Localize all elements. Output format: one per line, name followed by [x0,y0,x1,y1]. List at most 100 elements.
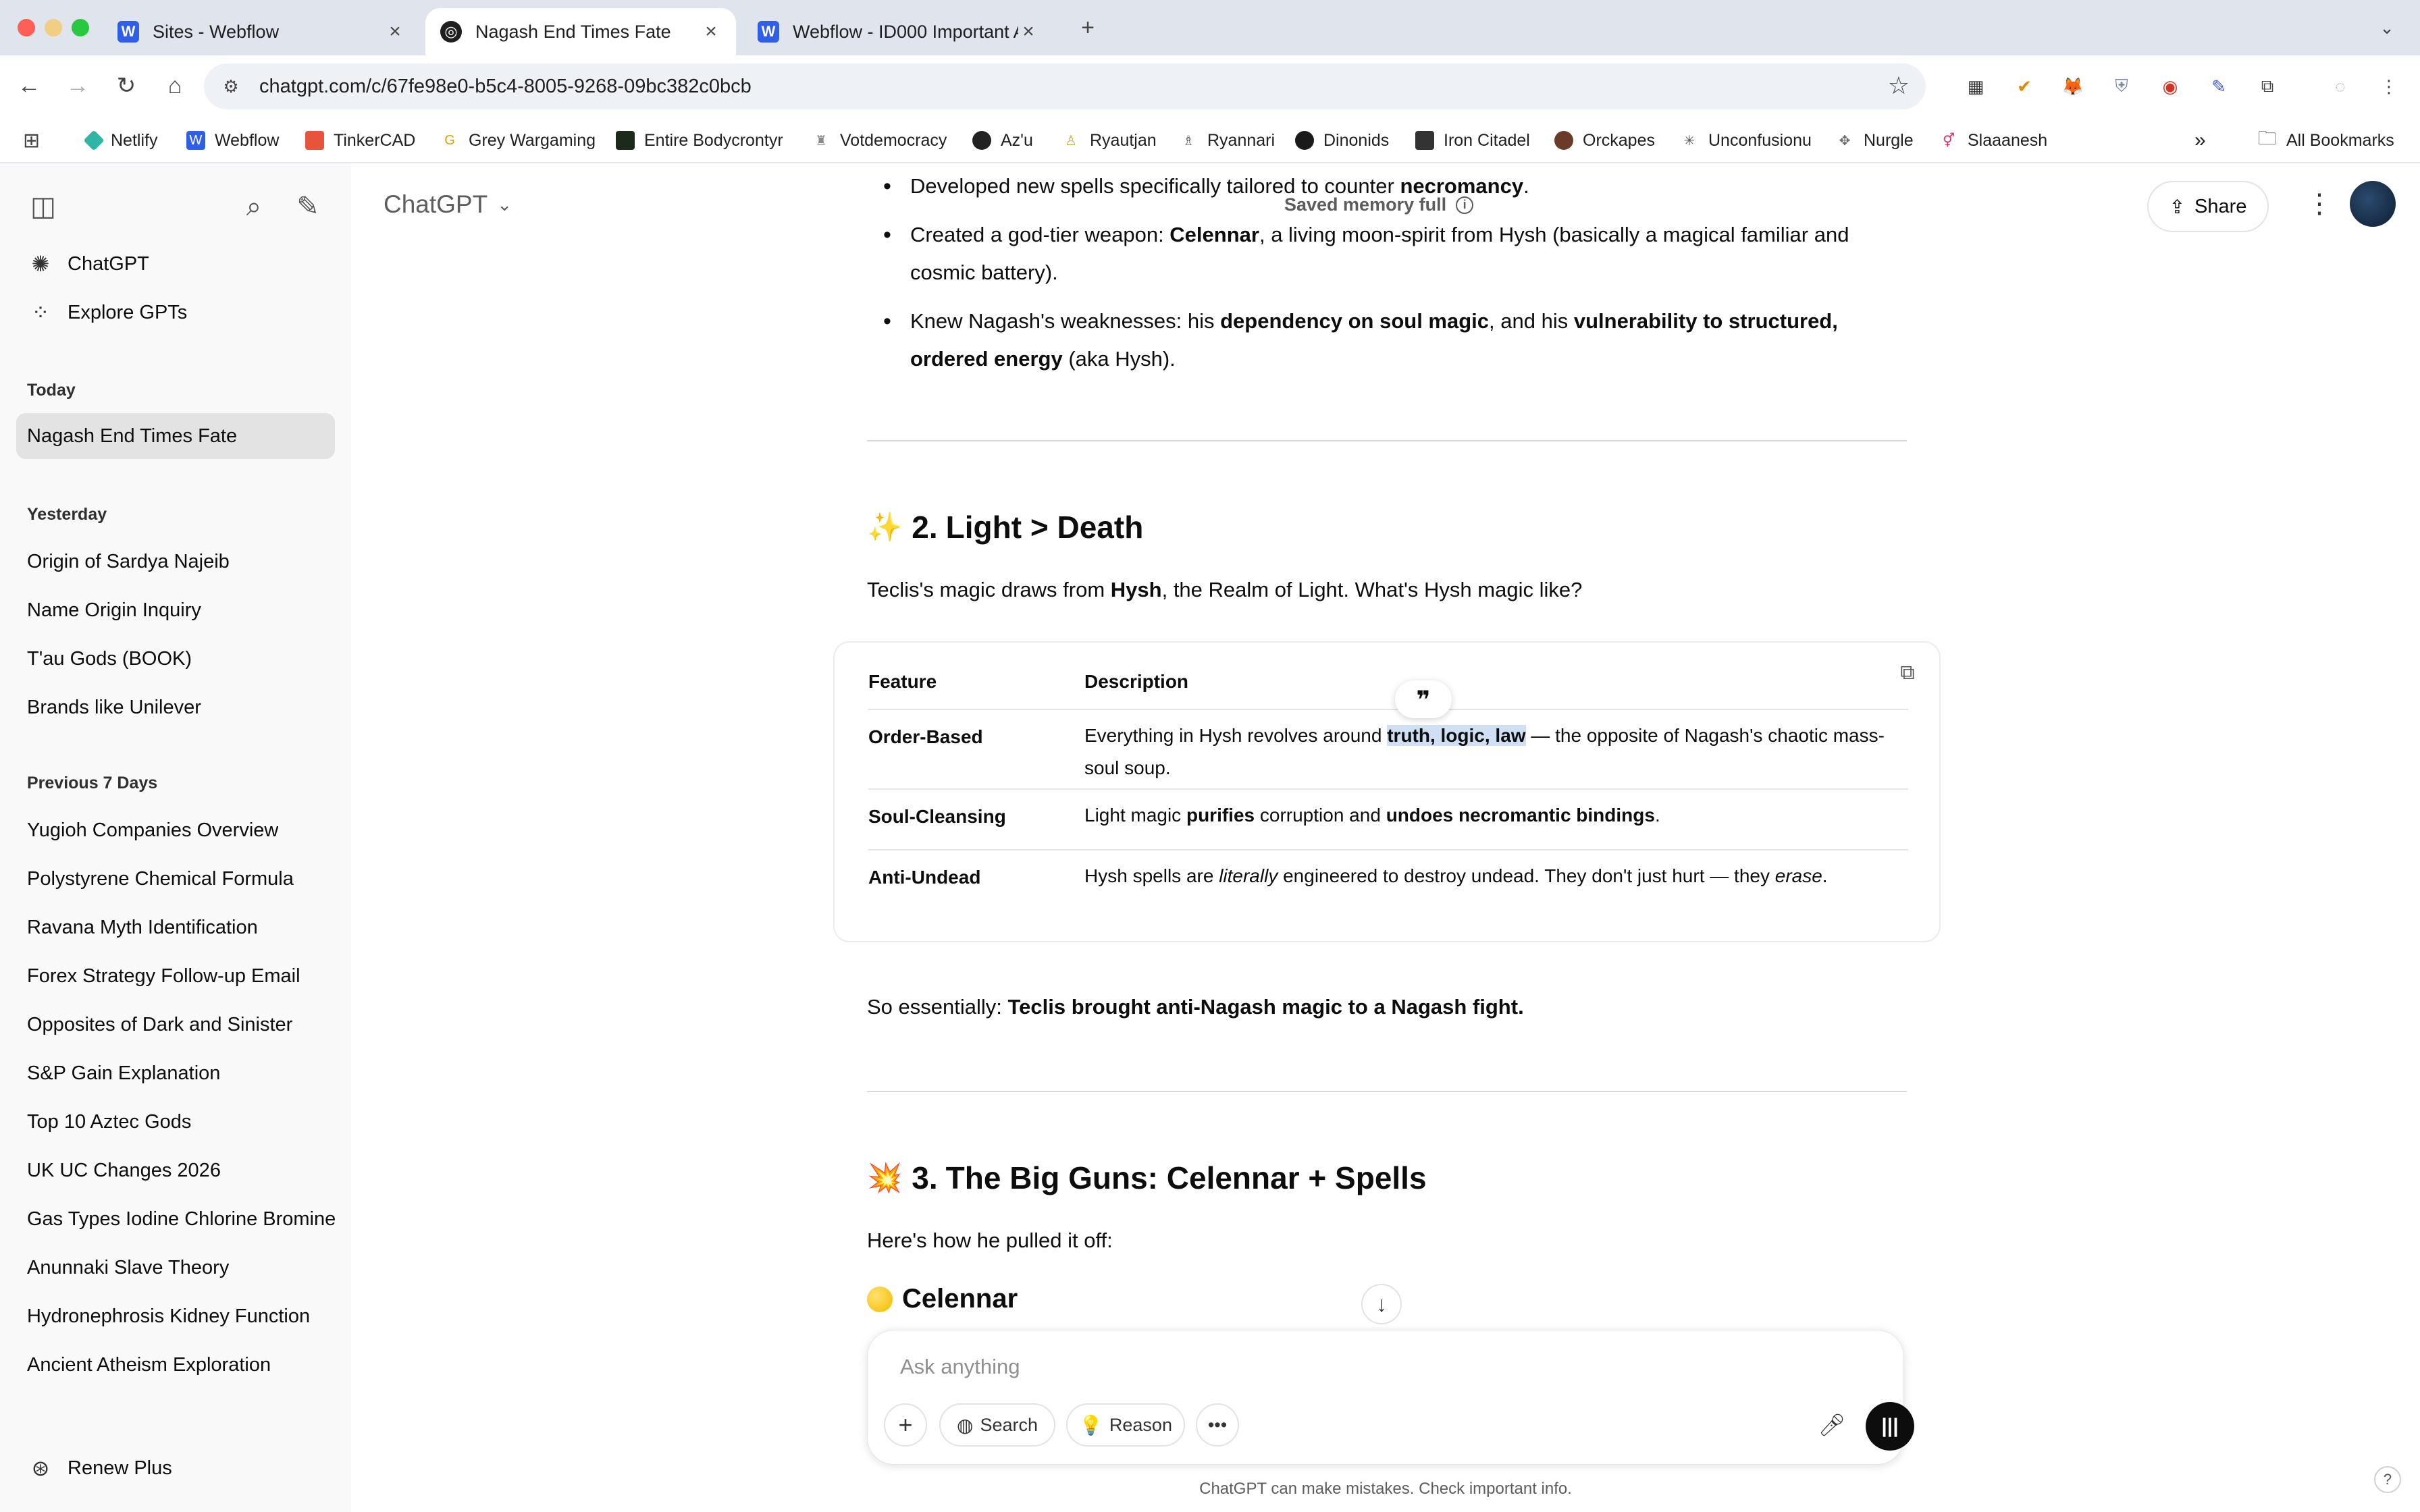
chat-history-item[interactable]: T'au Gods (BOOK) [16,636,335,682]
chat-history-item[interactable]: Origin of Sardya Najeib [16,539,335,585]
more-tools-button[interactable]: ••• [1196,1403,1239,1447]
chat-history-item[interactable]: Anunnaki Slave Theory [16,1245,335,1291]
help-button[interactable]: ? [2374,1466,2401,1493]
paragraph: So essentially: Teclis brought anti-Naga… [867,988,1907,1026]
browser-tab-webflow-id000[interactable]: W Webflow - ID000 Important A × [743,8,1053,55]
bookmark-grey-wargaming[interactable]: G Grey Wargaming [440,128,596,153]
browser-tab-sites-webflow[interactable]: W Sites - Webflow × [103,8,420,55]
info-icon[interactable]: i [1456,196,1474,214]
chat-history-item[interactable]: Ancient Atheism Exploration [16,1342,335,1388]
minimize-window-button[interactable] [45,19,62,36]
chat-history-item[interactable]: S&P Gain Explanation [16,1050,335,1096]
metamask-icon[interactable]: 🦊 [2059,73,2086,100]
site-info-icon[interactable]: ⚙ [217,73,244,100]
bookmark-unconfusionu[interactable]: ✳ Unconfusionu [1680,128,1812,153]
bookmark-webflow[interactable]: W Webflow [186,128,279,153]
memory-status: Saved memory full i [1284,194,1474,215]
reason-button[interactable]: 💡 Reason [1066,1403,1185,1447]
attach-button[interactable]: + [884,1403,927,1447]
webflow-icon: W [117,21,139,43]
bookmark-orckapes[interactable]: Orckapes [1554,128,1655,153]
search-icon[interactable]: ⌕ [235,188,273,225]
message-composer[interactable]: Ask anything + ◍ Search 💡 Reason ••• 🎤︎ … [867,1330,1914,1465]
search-button[interactable]: ◍ Search [939,1403,1055,1447]
chat-history-item[interactable]: Polystyrene Chemical Formula [16,856,335,902]
voice-mode-icon[interactable]: ||| [1866,1402,1914,1451]
bookmark-nurgle[interactable]: ✥ Nurgle [1835,128,1914,153]
highlighted-text[interactable]: truth, logic, law [1387,725,1526,746]
chat-title: Yugioh Companies Overview [27,819,279,841]
browser-tab-nagash[interactable]: ◎ Nagash End Times Fate × [425,8,736,55]
all-bookmarks-folder[interactable]: 🗀 All Bookmarks [2258,128,2394,153]
ellipsis-icon: ••• [1207,1414,1228,1435]
share-button[interactable]: ⇪ Share [2147,181,2269,232]
bold-text: Hysh [1110,578,1162,601]
sidebar-item-chatgpt[interactable]: ✺ ChatGPT [16,242,335,286]
extension-icon[interactable]: ✔ [2011,73,2038,100]
bookmark-slaaanesh[interactable]: ⚥ Slaaanesh [1939,128,2047,153]
microphone-icon[interactable]: 🎤︎ [1813,1406,1851,1444]
record-icon[interactable]: ◉ [2157,73,2184,100]
chat-history-item[interactable]: UK UC Changes 2026 [16,1148,335,1193]
shield-icon[interactable]: ⛨ [2108,73,2135,100]
chat-history-item[interactable]: Top 10 Aztec Gods [16,1099,335,1145]
bookmark-azu[interactable]: Az'u [972,128,1033,153]
chat-title: Opposites of Dark and Sinister [27,1013,293,1035]
address-bar[interactable]: ⚙ chatgpt.com/c/67fe98e0-b5c4-8005-9268-… [204,63,1926,109]
qr-extension-icon[interactable]: ▦ [1962,73,1989,100]
more-options-icon[interactable]: ⋮ [2303,189,2336,223]
chat-history-item[interactable]: Name Origin Inquiry [16,587,335,633]
bookmark-netlify[interactable]: Netlify [83,128,157,153]
chevron-down-icon[interactable]: ⌄ [2371,12,2402,43]
bookmark-ryannari[interactable]: ♗ Ryannari [1179,128,1275,153]
section-number: 3. [912,1160,938,1195]
toggle-sidebar-icon[interactable]: ◫ [24,188,62,225]
chat-history-item[interactable]: Brands like Unilever [16,684,335,730]
back-arrow-icon[interactable]: ← [14,70,45,101]
netlify-icon [83,130,105,151]
model-selector[interactable]: ChatGPT ⌄ [384,190,512,219]
chat-history-item[interactable]: Opposites of Dark and Sinister [16,1002,335,1048]
reload-icon[interactable]: ↻ [111,70,142,101]
url-text[interactable]: chatgpt.com/c/67fe98e0-b5c4-8005-9268-09… [259,76,752,98]
chat-history-item[interactable]: Forex Strategy Follow-up Email [16,953,335,999]
avatar[interactable] [2350,181,2396,227]
new-chat-icon[interactable]: ✎ [289,188,327,225]
close-tab-icon[interactable]: × [1018,20,1038,43]
sidebar-item-explore-gpts[interactable]: ⁘ Explore GPTs [16,290,335,335]
browser-menu-icon[interactable]: ⋮ [2375,73,2402,100]
bookmark-star-icon[interactable]: ☆ [1888,72,1910,100]
folder-icon: 🗀 [2258,128,2278,148]
home-icon[interactable]: ⌂ [159,70,190,101]
apps-grid-icon[interactable]: ⊞ [23,128,40,153]
renew-plus-button[interactable]: ⊛ Renew Plus [16,1446,335,1490]
bookmark-label: Orckapes [1583,130,1655,150]
bookmark-dinonids[interactable]: Dinonids [1295,128,1389,153]
chat-history-item[interactable]: Gas Types Iodine Chlorine Bromine [16,1196,335,1242]
bookmark-votdemocracy[interactable]: ♜ Votdemocracy [812,128,947,153]
prompt-input[interactable]: Ask anything [900,1355,1020,1379]
chat-history-item[interactable]: Hydronephrosis Kidney Function [16,1293,335,1339]
more-bookmarks-button[interactable]: » [2194,128,2206,153]
zoom-window-button[interactable] [72,19,89,36]
pen-icon[interactable]: ✎ [2205,73,2232,100]
close-tab-icon[interactable]: × [701,20,721,43]
close-window-button[interactable] [18,19,35,36]
profile-icon[interactable]: ◌ [2327,73,2354,100]
bookmark-ryautjan[interactable]: ♙ Ryautjan [1061,128,1157,153]
chat-history-item[interactable]: Yugioh Companies Overview [16,807,335,853]
extensions-puzzle-icon[interactable]: ⧉ [2254,73,2281,100]
text-run: . [1523,174,1529,198]
chat-history-item[interactable]: Ravana Myth Identification [16,905,335,950]
bookmark-iron-citadel[interactable]: Iron Citadel [1415,128,1530,153]
bookmark-entire-bodycrontyr[interactable]: Entire Bodycrontyr [616,128,783,153]
forward-arrow-icon[interactable]: → [62,70,93,101]
bookmark-tinkercad[interactable]: TinkerCAD [305,128,415,153]
scroll-to-bottom-button[interactable]: ↓ [1361,1284,1402,1324]
copy-icon[interactable]: ⧉ [1896,662,1919,684]
chat-history-item[interactable]: Nagash End Times Fate [16,413,335,459]
bookmark-icon [1554,131,1573,150]
close-tab-icon[interactable]: × [385,20,405,43]
new-tab-button[interactable]: + [1072,12,1103,43]
quote-selection-button[interactable]: ❞ [1395,680,1452,718]
